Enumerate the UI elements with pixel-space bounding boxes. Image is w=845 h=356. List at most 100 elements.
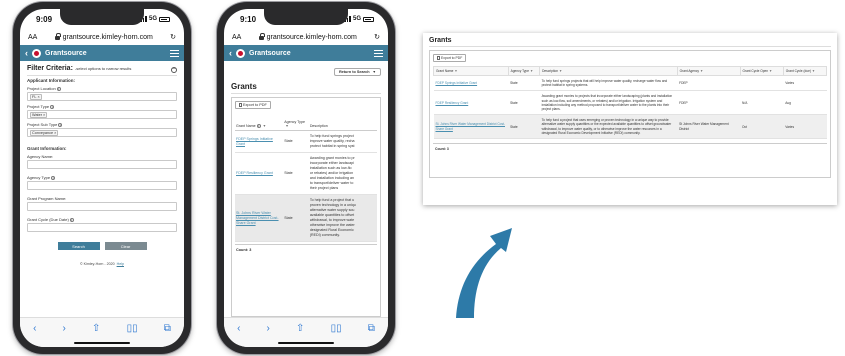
grant-name-link[interactable]: St. Johns River Water Management Distric… xyxy=(436,122,506,130)
project-type-select[interactable]: Water × xyxy=(27,110,177,119)
col-description[interactable]: Description xyxy=(308,118,377,131)
col-description[interactable]: Description▼ xyxy=(539,66,678,76)
filter-hint: -select options to narrow results xyxy=(74,66,132,71)
lock-icon xyxy=(258,33,265,40)
search-button[interactable]: Search xyxy=(57,242,100,250)
share-icon[interactable]: ⇧ xyxy=(92,323,100,334)
col-grant-name[interactable]: Grant Name▼ xyxy=(433,66,509,76)
col-agency-type[interactable]: Agency Type ▼ xyxy=(283,118,309,131)
back-chevron-icon[interactable]: ‹ xyxy=(25,48,28,58)
table-row: St. Johns River Water Management Distric… xyxy=(433,114,827,140)
back-arrow-icon[interactable]: ‹ xyxy=(33,323,36,334)
grant-name-link[interactable]: FDEP Springs Initiative Grant xyxy=(236,137,273,146)
grant-cycle-select[interactable] xyxy=(27,223,177,232)
sort-icon[interactable]: ▼ xyxy=(769,69,772,73)
project-location-label: Project Location i xyxy=(27,86,61,91)
result-count: Count: 3 xyxy=(235,244,377,255)
sort-icon[interactable]: ▼ xyxy=(263,124,267,128)
filter-header: Filter Criteria: -select options to narro… xyxy=(27,65,177,76)
sort-icon[interactable]: ▼ xyxy=(285,124,289,128)
back-chevron-icon[interactable]: ‹ xyxy=(229,48,232,58)
col-agency-type[interactable]: Agency Type▼ xyxy=(507,66,541,76)
export-pdf-button[interactable]: Export to PDF xyxy=(433,54,467,62)
grant-name-link[interactable]: FDEP Springs Initiative Grant xyxy=(436,81,478,85)
share-icon[interactable]: ⇧ xyxy=(296,323,304,334)
tabs-icon[interactable]: ⧉ xyxy=(368,323,375,334)
kimley-horn-logo-icon xyxy=(236,48,245,58)
agency-name-input[interactable] xyxy=(27,160,177,169)
home-indicator xyxy=(278,342,334,344)
reload-icon[interactable]: ↻ xyxy=(374,33,380,41)
sort-icon[interactable]: ▼ xyxy=(530,69,533,73)
desktop-grants-panel: Grants Export to PDF Grant Name▼ Agency … xyxy=(423,33,837,205)
col-cycle-open[interactable]: Grant Cycle Open▼ xyxy=(739,66,784,76)
grant-program-input[interactable] xyxy=(27,202,177,211)
battery-icon xyxy=(159,16,170,22)
export-pdf-button[interactable]: Export to PDF xyxy=(235,101,271,109)
return-to-search-button[interactable]: Return to Search ▼ xyxy=(333,68,381,76)
hamburger-menu-icon[interactable] xyxy=(374,49,383,57)
chip-fl[interactable]: FL × xyxy=(30,93,42,100)
info-icon[interactable]: i xyxy=(51,175,56,180)
description-cell: Awarding grant monies to projects that i… xyxy=(539,90,678,116)
project-subtype-select[interactable]: Conveyance × xyxy=(27,128,177,137)
agency-type-cell: State xyxy=(283,152,309,195)
phone-filter: 9:09 5G AA grantsource.kimley-horn.com ↻… xyxy=(13,2,191,354)
text-size-button[interactable]: AA xyxy=(28,34,37,41)
url-display[interactable]: grantsource.kimley-horn.com xyxy=(258,33,357,41)
clear-button[interactable]: Clear xyxy=(104,242,147,250)
agency-type-cell: State xyxy=(283,130,309,153)
bookmarks-icon[interactable]: ▯▯ xyxy=(127,323,138,334)
collapse-minus-icon[interactable]: – xyxy=(171,67,177,73)
reload-icon[interactable]: ↻ xyxy=(170,33,176,41)
grant-name-link[interactable]: St. Johns River Water Management Distric… xyxy=(236,211,279,225)
col-grant-name[interactable]: Grant Name i ▼ xyxy=(235,118,284,131)
info-icon[interactable]: i xyxy=(256,124,261,128)
back-arrow-icon[interactable]: ‹ xyxy=(237,323,240,334)
agency-type-cell: State xyxy=(508,114,540,140)
info-icon[interactable]: i xyxy=(69,217,74,222)
description-cell: To help fund springs project improve wate… xyxy=(308,130,377,153)
text-size-button[interactable]: AA xyxy=(232,34,241,41)
project-location-select[interactable]: FL × xyxy=(27,92,177,101)
remove-x-icon[interactable]: × xyxy=(37,95,39,99)
sort-icon[interactable]: ▼ xyxy=(812,69,815,73)
hamburger-menu-icon[interactable] xyxy=(170,49,179,57)
agency-type-cell: State xyxy=(283,194,309,242)
col-cycle-due[interactable]: Grant Cycle (due)▼ xyxy=(782,66,828,76)
description-line: their project plans xyxy=(309,186,339,190)
stage: 9:09 5G AA grantsource.kimley-horn.com ↻… xyxy=(0,0,845,356)
remove-x-icon[interactable]: × xyxy=(43,113,45,117)
help-link[interactable]: Help xyxy=(117,262,124,266)
bookmarks-icon[interactable]: ▯▯ xyxy=(331,323,342,334)
forward-arrow-icon[interactable]: › xyxy=(267,323,270,334)
url-display[interactable]: grantsource.kimley-horn.com xyxy=(54,33,153,41)
col-grant-agency[interactable]: Grant Agency▼ xyxy=(676,66,741,76)
result-count: Count: 3 xyxy=(433,143,827,154)
chip-conveyance[interactable]: Conveyance × xyxy=(30,129,59,136)
info-icon[interactable]: i xyxy=(58,122,63,127)
url-bar[interactable]: AA grantsource.kimley-horn.com ↻ xyxy=(20,29,184,45)
phone-notch xyxy=(264,9,348,25)
info-icon[interactable]: i xyxy=(56,86,61,91)
grant-name-link[interactable]: FDEP Resiliency Grant xyxy=(236,171,273,175)
url-bar[interactable]: AA grantsource.kimley-horn.com ↻ xyxy=(224,29,388,45)
sort-icon[interactable]: ▼ xyxy=(454,69,457,73)
sort-icon[interactable]: ▼ xyxy=(700,69,703,73)
description-cell: To help fund a project that uses emergin… xyxy=(539,114,678,140)
info-icon[interactable]: i xyxy=(50,104,55,109)
url-text: grantsource.kimley-horn.com xyxy=(266,33,357,41)
status-time: 9:09 xyxy=(36,14,53,24)
description-cell: To help fund springs projects that will … xyxy=(539,75,678,92)
project-type-label: Project Type i xyxy=(27,104,55,109)
grant-name-link[interactable]: FDEP Resiliency Grant xyxy=(436,101,469,105)
remove-x-icon[interactable]: × xyxy=(54,131,56,135)
phone-screen: 9:10 5G AA grantsource.kimley-horn.com ↻… xyxy=(224,9,388,347)
forward-arrow-icon[interactable]: › xyxy=(63,323,66,334)
tabs-icon[interactable]: ⧉ xyxy=(164,323,171,334)
table-header-row: Grant Name i ▼ Agency Type ▼ Description xyxy=(235,118,377,131)
sort-icon[interactable]: ▼ xyxy=(559,69,562,73)
agency-type-select[interactable] xyxy=(27,181,177,190)
results-content: Return to Search ▼ Grants Export to PDF G… xyxy=(224,61,388,335)
chip-water[interactable]: Water × xyxy=(30,111,48,118)
